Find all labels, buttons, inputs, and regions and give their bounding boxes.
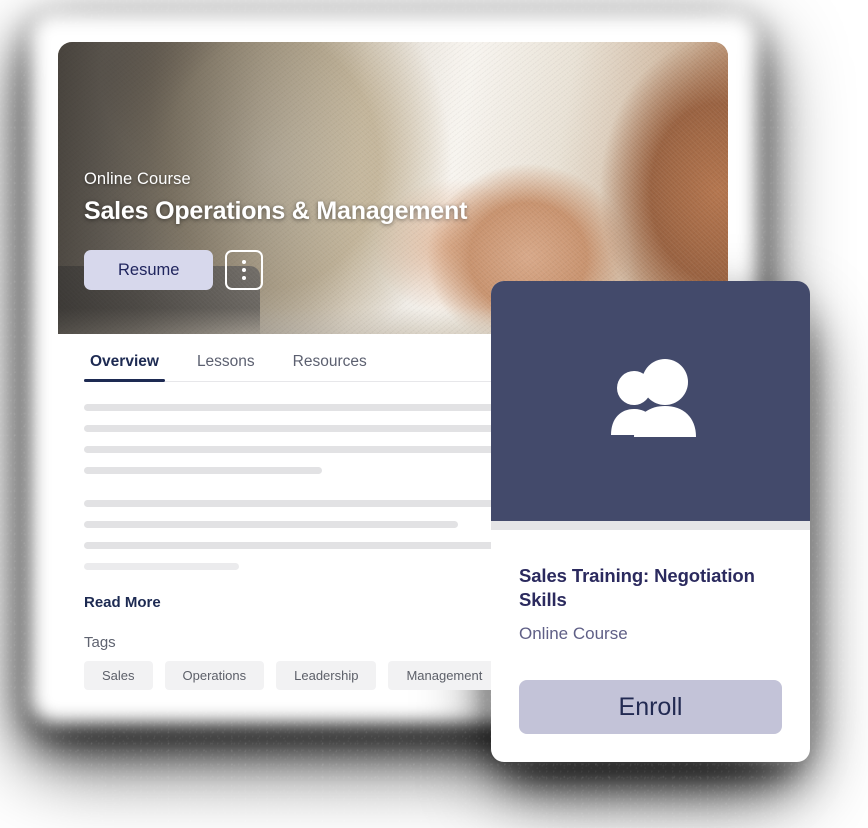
card-divider [491, 521, 810, 530]
related-course-body: Sales Training: Negotiation Skills Onlin… [491, 530, 810, 644]
tab-overview[interactable]: Overview [84, 352, 165, 382]
related-course-title: Sales Training: Negotiation Skills [519, 565, 755, 611]
read-more-link[interactable]: Read More [84, 594, 161, 611]
tag-chip[interactable]: Sales [84, 661, 153, 690]
tab-resources[interactable]: Resources [287, 352, 373, 382]
related-course-thumbnail [491, 281, 810, 521]
course-type-label: Online Course [84, 170, 191, 188]
kebab-dot-1 [242, 260, 247, 264]
course-title: Sales Operations & Management [84, 197, 468, 225]
enroll-button[interactable]: Enroll [519, 680, 782, 734]
kebab-menu-icon[interactable] [225, 250, 264, 290]
hero-action-row: Resume [84, 250, 467, 290]
related-course-type: Online Course [519, 624, 628, 644]
tag-chip[interactable]: Leadership [276, 661, 377, 690]
skeleton-line [84, 521, 458, 528]
screenshot-stage: Online Course Sales Operations & Managem… [0, 0, 868, 828]
tag-chip[interactable]: Management [388, 661, 501, 690]
hero-content: Online Course Sales Operations & Managem… [84, 170, 467, 290]
people-group-icon [610, 359, 696, 437]
kebab-dot-2 [242, 268, 247, 272]
tab-lessons[interactable]: Lessons [191, 352, 261, 382]
skeleton-line [84, 563, 239, 570]
tag-chip[interactable]: Operations [164, 661, 265, 690]
skeleton-line [84, 542, 516, 549]
skeleton-line [84, 467, 323, 474]
related-course-card: Sales Training: Negotiation Skills Onlin… [491, 281, 810, 762]
resume-button[interactable]: Resume [84, 250, 214, 290]
kebab-dot-3 [242, 276, 247, 280]
